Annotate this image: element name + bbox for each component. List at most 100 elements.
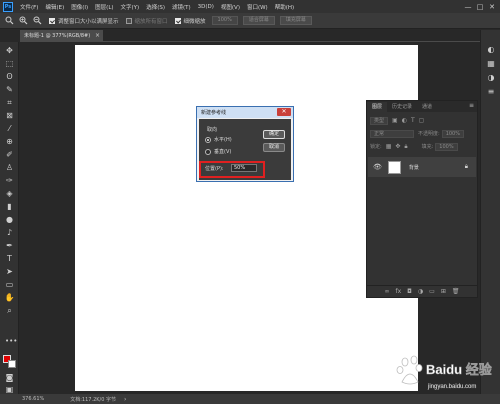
- menu-type[interactable]: 文字(Y): [121, 3, 140, 11]
- zoom-level[interactable]: 376.61%: [22, 396, 44, 402]
- menu-help[interactable]: 帮助(H): [275, 3, 294, 11]
- delete-layer-icon[interactable]: 🗑︎: [452, 288, 460, 295]
- lock-position-icon[interactable]: ✥: [395, 143, 400, 150]
- zoom-percent-box[interactable]: 100%: [211, 16, 238, 25]
- minimize-button[interactable]: —: [462, 3, 474, 11]
- document-tab[interactable]: 未标题-1 @ 377%(RGB/8#) ×: [20, 30, 103, 41]
- move-tool-icon[interactable]: ✥: [4, 45, 15, 56]
- zoom-all-checkbox[interactable]: [125, 17, 132, 24]
- filter-pixel-icon[interactable]: ▣: [392, 117, 398, 124]
- crop-tool-icon[interactable]: ⌗: [4, 97, 15, 108]
- horizontal-option[interactable]: 水平(H): [205, 136, 232, 143]
- panel-menu-icon[interactable]: ≡: [469, 102, 474, 109]
- color-panel-icon[interactable]: ◐: [486, 44, 496, 54]
- more-tools-icon[interactable]: •••: [5, 337, 17, 345]
- filter-shape-icon[interactable]: ▢: [419, 117, 425, 124]
- tab-history[interactable]: 历史记录: [387, 102, 417, 112]
- new-group-icon[interactable]: ▭: [429, 288, 435, 295]
- document-tab-label: 未标题-1 @ 377%(RGB/8#): [24, 33, 91, 39]
- eyedropper-tool-icon[interactable]: ⁄: [4, 123, 15, 134]
- lock-label: 锁定:: [370, 144, 382, 150]
- add-mask-icon[interactable]: ◘: [407, 288, 412, 295]
- fill-input[interactable]: 100%: [435, 142, 458, 151]
- adjustment-layer-icon[interactable]: ◑: [418, 288, 423, 295]
- fit-screen-button[interactable]: 适合屏幕: [242, 16, 275, 25]
- hand-tool-icon[interactable]: ✋: [4, 292, 15, 303]
- layers-panel-tabs: 图层 历史记录 通道: [367, 101, 477, 112]
- zoom-tool-icon[interactable]: [4, 16, 14, 26]
- status-menu-arrow-icon[interactable]: ›: [124, 396, 126, 403]
- layer-name[interactable]: 背景: [409, 164, 419, 171]
- swatches-panel-icon[interactable]: ▦: [486, 58, 496, 68]
- pen-tool-icon[interactable]: ✒: [4, 240, 15, 251]
- type-tool-icon[interactable]: T: [4, 253, 15, 264]
- close-tab-icon[interactable]: ×: [95, 32, 100, 39]
- layer-style-icon[interactable]: fx: [396, 288, 402, 295]
- zoom-out-icon[interactable]: [32, 16, 42, 26]
- gradient-tool-icon[interactable]: ▮: [4, 201, 15, 212]
- marquee-tool-icon[interactable]: ⬚: [4, 58, 15, 69]
- history-brush-tool-icon[interactable]: ✑: [4, 175, 15, 186]
- tab-layers[interactable]: 图层: [367, 102, 388, 112]
- lock-all-icon[interactable]: 🔒︎: [404, 143, 407, 151]
- path-select-tool-icon[interactable]: ➤: [4, 266, 15, 277]
- dialog-close-button[interactable]: ✕: [277, 108, 291, 116]
- menu-window[interactable]: 窗口(W): [247, 3, 268, 11]
- visibility-eye-icon[interactable]: 👁︎: [373, 163, 382, 171]
- maximize-button[interactable]: □: [474, 3, 486, 11]
- clone-stamp-tool-icon[interactable]: ♙: [4, 162, 15, 173]
- layer-row-background[interactable]: 👁︎ 背景 🔒︎: [368, 157, 476, 177]
- menu-edit[interactable]: 编辑(E): [45, 3, 64, 11]
- opacity-input[interactable]: 100%: [441, 129, 464, 138]
- vertical-radio[interactable]: [205, 148, 211, 155]
- shape-tool-icon[interactable]: ▭: [4, 279, 15, 290]
- menu-image[interactable]: 图像(I): [71, 3, 88, 11]
- menu-filter[interactable]: 滤镜(T): [172, 3, 191, 11]
- quick-select-tool-icon[interactable]: ✎: [4, 84, 15, 95]
- dodge-tool-icon[interactable]: ♪: [4, 227, 15, 238]
- link-layers-icon[interactable]: ∞: [385, 288, 390, 295]
- fill-screen-button[interactable]: 填充屏幕: [279, 16, 312, 25]
- scrubby-zoom-checkbox[interactable]: [174, 17, 181, 24]
- background-color-swatch[interactable]: [8, 360, 16, 368]
- menu-layer[interactable]: 图层(L): [95, 3, 113, 11]
- menu-view[interactable]: 视图(V): [221, 3, 240, 11]
- layer-filter-select[interactable]: 类型: [370, 116, 389, 125]
- vertical-option[interactable]: 垂直(V): [205, 148, 231, 155]
- resize-windows-label: 调整窗口大小以满屏显示: [58, 18, 119, 25]
- tab-channels[interactable]: 通道: [417, 102, 437, 112]
- layer-thumbnail: [387, 160, 401, 174]
- menu-3d[interactable]: 3D(D): [198, 4, 214, 10]
- dialog-title: 新建参考线: [201, 110, 227, 116]
- menu-select[interactable]: 选择(S): [146, 3, 165, 11]
- adjustments-panel-icon[interactable]: ◑: [486, 72, 496, 82]
- zoom-tool-sidebar-icon[interactable]: ⌕: [4, 305, 15, 316]
- new-layer-icon[interactable]: ⊞: [441, 288, 446, 295]
- eraser-tool-icon[interactable]: ◈: [4, 188, 15, 199]
- layer-filter-row: 类型 ▣ ◐ T ▢: [370, 116, 474, 125]
- close-window-button[interactable]: ✕: [486, 3, 498, 11]
- brush-tool-icon[interactable]: ✐: [4, 149, 15, 160]
- menu-file[interactable]: 文件(F): [20, 3, 38, 11]
- menu-bar: Ps 文件(F) 编辑(E) 图像(I) 图层(L) 文字(Y) 选择(S) 滤…: [0, 0, 500, 13]
- resize-windows-checkbox[interactable]: [49, 17, 55, 24]
- lock-pixels-icon[interactable]: ▦: [386, 143, 392, 150]
- lasso-tool-icon[interactable]: ʘ: [4, 71, 15, 82]
- vertical-label: 垂直(V): [214, 149, 232, 155]
- filter-adjustment-icon[interactable]: ◐: [402, 117, 407, 124]
- cancel-button[interactable]: 取消: [263, 143, 285, 152]
- tools-panel: ✥ ⬚ ʘ ✎ ⌗ ⊠ ⁄ ⊕ ✐ ♙ ✑ ◈ ▮ ● ♪ ✒ T ➤ ▭ ✋ …: [0, 42, 19, 394]
- options-bar: 调整窗口大小以满屏显示 缩放所有窗口 细微缩放 100% 适合屏幕 填充屏幕: [0, 13, 500, 29]
- zoom-in-icon[interactable]: [18, 16, 28, 26]
- baidu-watermark: Baidu 经验 jingyan.baidu.com: [396, 355, 492, 390]
- quick-mask-icon[interactable]: ◙: [4, 372, 15, 383]
- horizontal-radio[interactable]: [205, 136, 211, 143]
- filter-type-icon[interactable]: T: [411, 117, 415, 124]
- healing-brush-tool-icon[interactable]: ⊕: [4, 136, 15, 147]
- ok-button[interactable]: 确定: [263, 130, 285, 139]
- blend-mode-select[interactable]: 正常: [370, 129, 414, 138]
- blur-tool-icon[interactable]: ●: [4, 214, 15, 225]
- frame-tool-icon[interactable]: ⊠: [4, 110, 15, 121]
- properties-panel-icon[interactable]: ≡: [486, 86, 496, 96]
- orientation-label: 取向: [207, 127, 218, 133]
